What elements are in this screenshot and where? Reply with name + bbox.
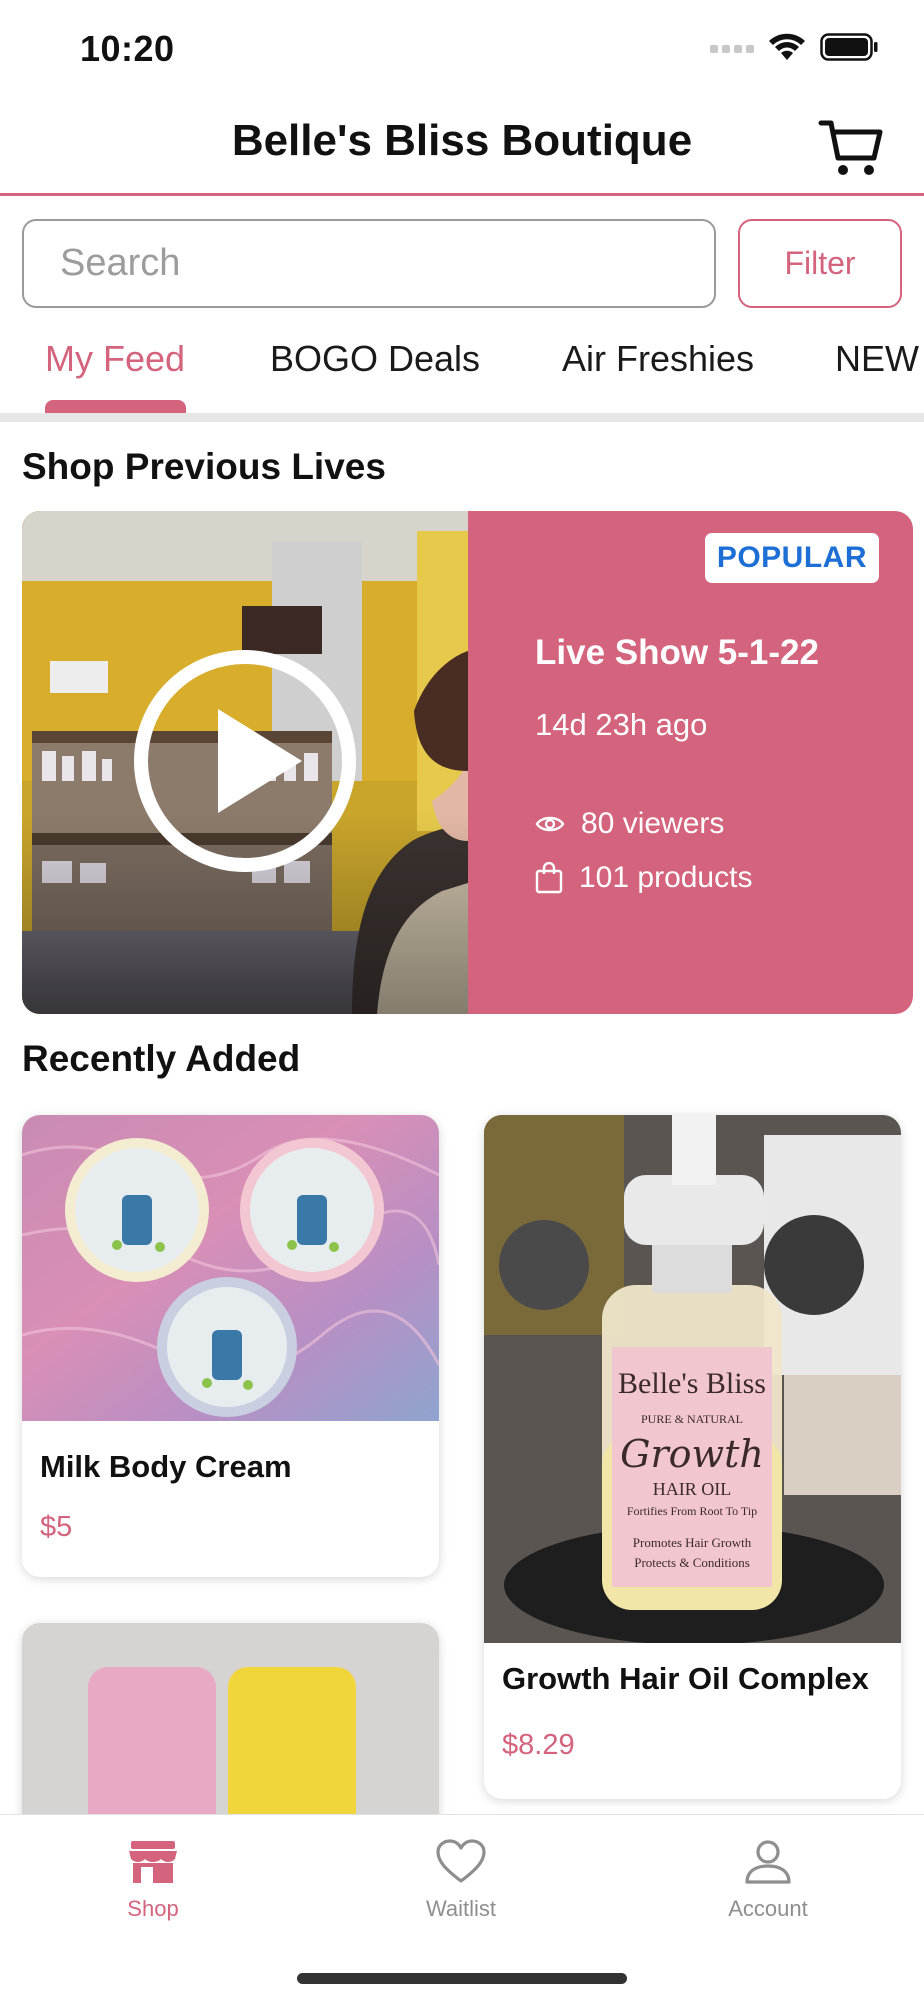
person-icon	[745, 1840, 791, 1884]
live-video-scene	[22, 511, 468, 1014]
live-show-title: Live Show 5-1-22	[535, 633, 819, 672]
cart-button[interactable]	[818, 118, 884, 178]
product-name: Growth Hair Oil Complex	[502, 1661, 869, 1696]
label-product: HAIR OIL	[653, 1479, 732, 1499]
section-title-recently-added: Recently Added	[22, 1038, 301, 1079]
heart-icon	[436, 1839, 486, 1883]
tab-air-freshies[interactable]: Air Freshies	[562, 338, 754, 380]
nav-account[interactable]: Account	[668, 1839, 868, 1922]
app-header: Belle's Bliss Boutique	[0, 100, 924, 196]
live-show-card[interactable]: POPULAR Live Show 5-1-22 14d 23h ago 80 …	[22, 511, 913, 1014]
wifi-icon	[769, 33, 805, 60]
nav-label-waitlist: Waitlist	[425, 1896, 497, 1921]
filter-button[interactable]: Filter	[738, 219, 902, 308]
cart-icon	[818, 120, 883, 175]
status-time: 10:20	[80, 28, 175, 69]
page-title: Belle's Bliss Boutique	[231, 116, 693, 165]
live-show-time-ago: 14d 23h ago	[535, 707, 708, 742]
status-icons	[710, 32, 878, 62]
live-show-products: 101 products	[535, 861, 752, 895]
product-image-growth-hair-oil: Belle's Bliss PURE & NATURAL Growth HAIR…	[484, 1115, 901, 1645]
section-title-previous-lives: Shop Previous Lives	[22, 446, 386, 487]
product-card-growth-hair-oil[interactable]: Belle's Bliss PURE & NATURAL Growth HAIR…	[484, 1115, 901, 1799]
label-tagline: PURE & NATURAL	[641, 1412, 743, 1426]
nav-waitlist[interactable]: Waitlist	[361, 1839, 561, 1922]
label-promotes: Promotes Hair Growth	[633, 1535, 752, 1550]
tab-my-feed[interactable]: My Feed	[45, 338, 185, 380]
live-video-thumbnail[interactable]	[22, 511, 468, 1014]
home-indicator	[297, 1973, 627, 1984]
live-show-info: POPULAR Live Show 5-1-22 14d 23h ago 80 …	[468, 511, 913, 1014]
battery-icon	[820, 33, 878, 61]
popular-badge: POPULAR	[704, 533, 879, 583]
eye-icon	[535, 816, 565, 832]
label-script: Growth	[620, 1432, 764, 1476]
product-card-milk-body-cream[interactable]: Milk Body Cream $5	[22, 1115, 439, 1577]
status-bar: 10:20	[0, 0, 924, 100]
active-tab-indicator	[45, 400, 186, 414]
tab-new[interactable]: NEW	[835, 338, 919, 380]
product-price: $8.29	[502, 1729, 575, 1761]
product-price: $5	[40, 1511, 73, 1543]
label-brand: Belle's Bliss	[618, 1367, 766, 1400]
nav-label-account: Account	[728, 1896, 808, 1921]
nav-label-shop: Shop	[127, 1896, 179, 1921]
viewers-count: 80 viewers	[581, 807, 725, 840]
search-input[interactable]	[22, 219, 716, 308]
product-image-milk-body-cream	[22, 1115, 439, 1421]
label-fortifies: Fortifies From Root To Tip	[627, 1504, 757, 1518]
label-protects: Protects & Conditions	[634, 1555, 750, 1570]
store-icon	[129, 1841, 177, 1883]
live-show-viewers: 80 viewers	[535, 807, 724, 841]
nav-shop[interactable]: Shop	[53, 1839, 253, 1922]
signal-icon	[710, 45, 754, 53]
products-count: 101 products	[579, 861, 753, 894]
tab-bogo-deals[interactable]: BOGO Deals	[270, 338, 480, 380]
shopping-bag-icon	[535, 862, 563, 894]
product-name: Milk Body Cream	[40, 1449, 292, 1484]
tabs-divider	[0, 413, 924, 422]
